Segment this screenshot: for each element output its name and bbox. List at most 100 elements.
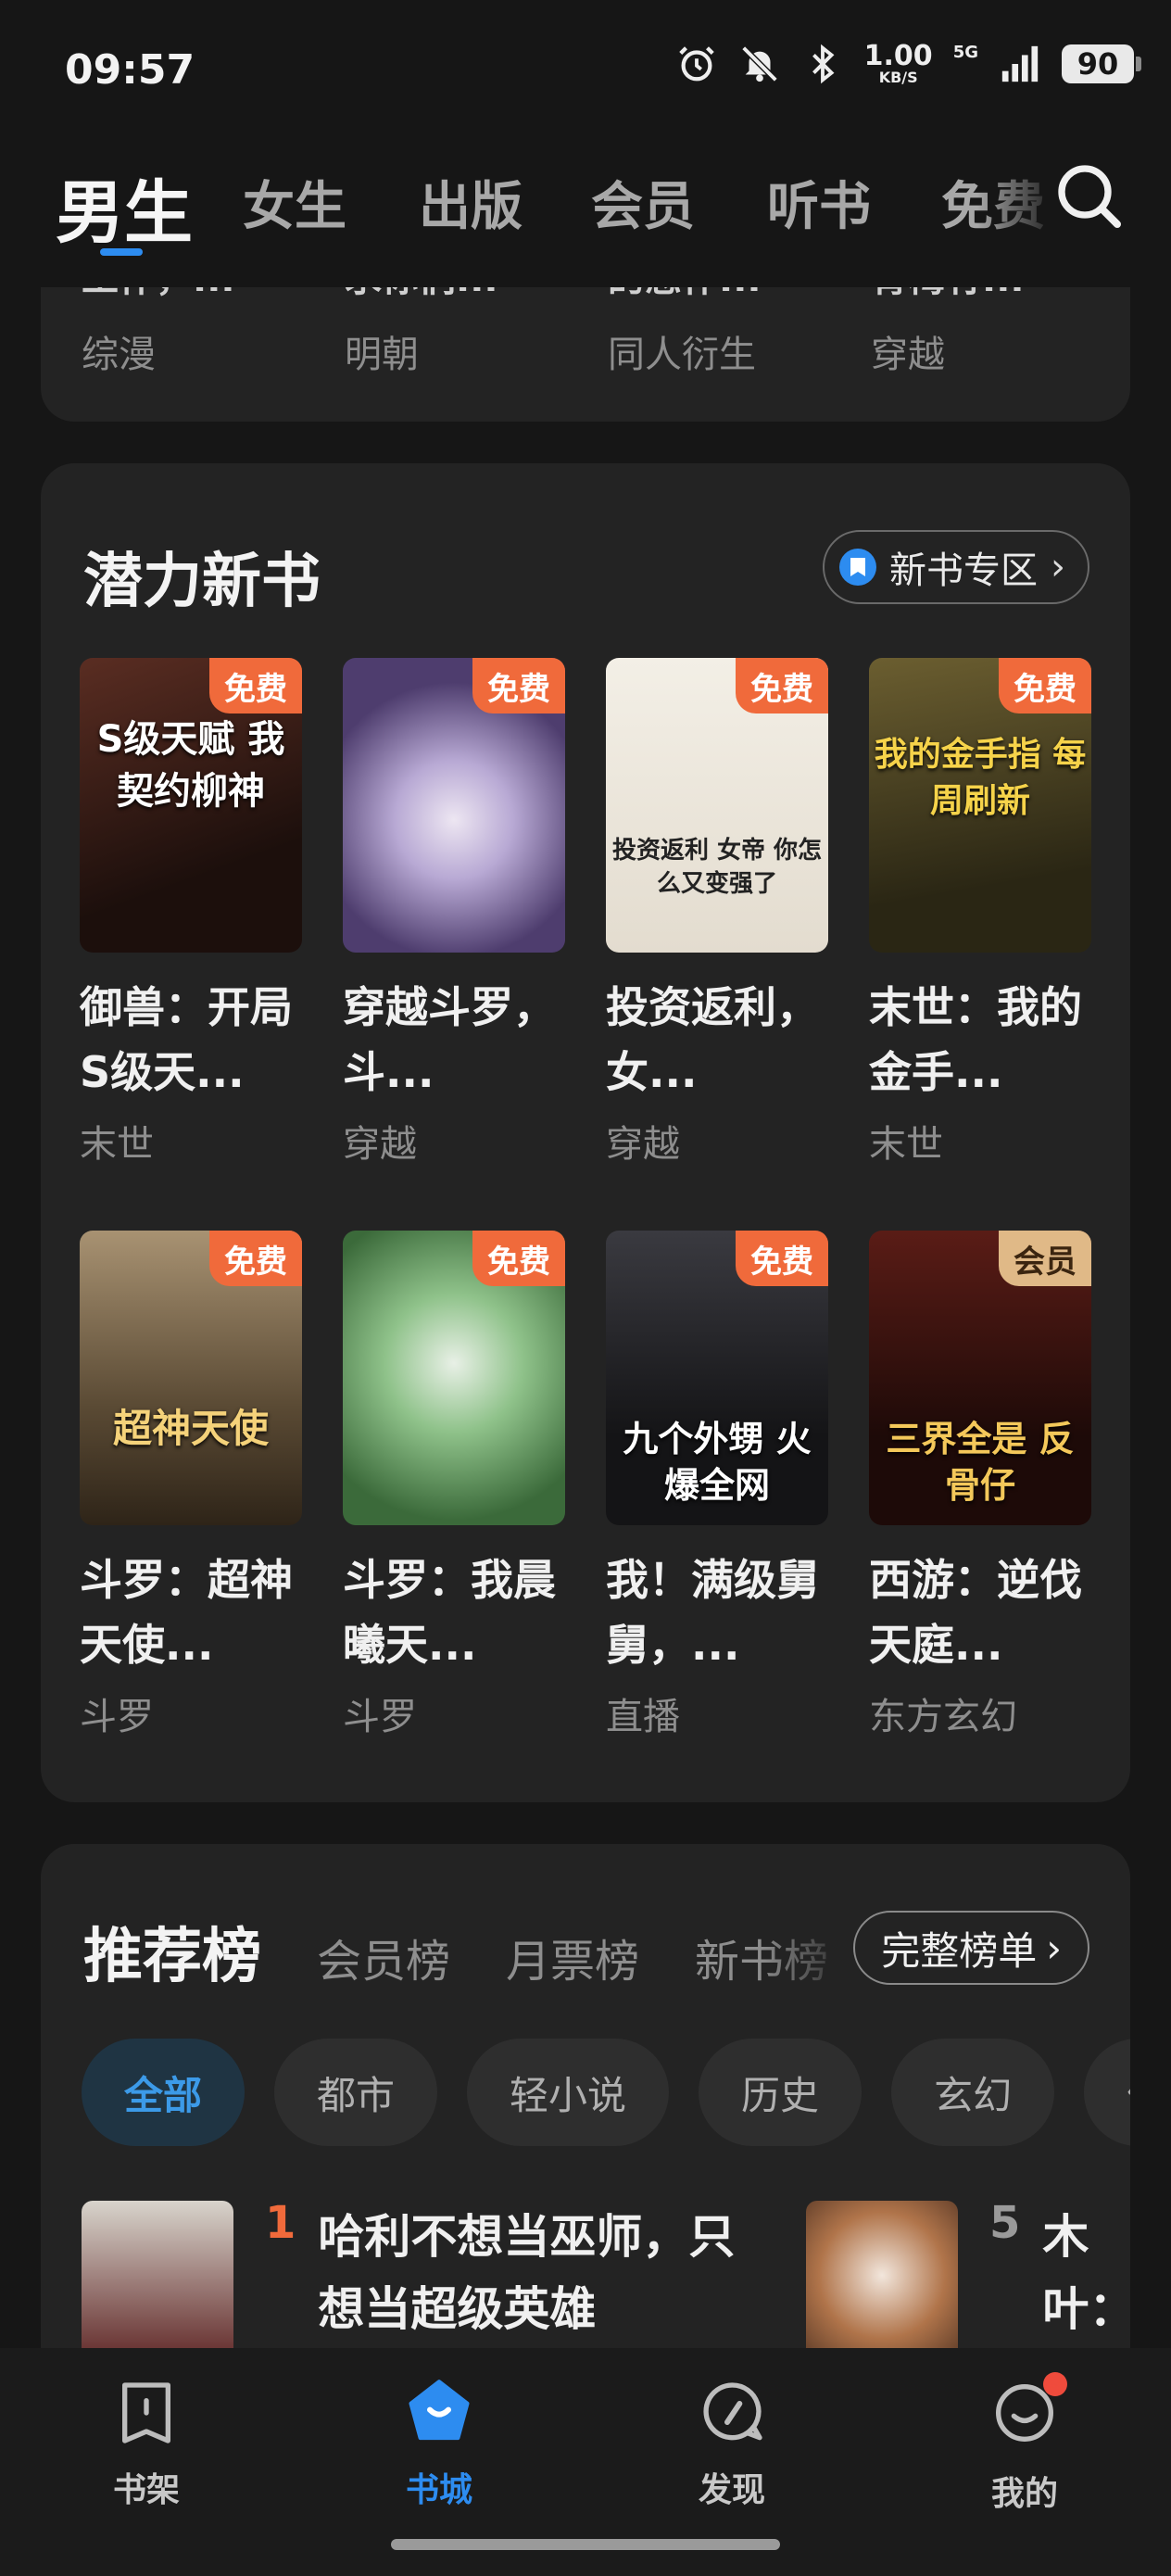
alarm-icon: [678, 46, 714, 82]
new-book-zone-label: 新书专区: [889, 549, 1038, 592]
book-cover[interactable]: 投资返利 女帝 你怎么又变强了 免费: [606, 658, 828, 953]
book-cover[interactable]: 九个外甥 火爆全网 免费: [606, 1231, 828, 1525]
tab-female[interactable]: 女生: [243, 165, 346, 240]
bookshelf-icon: [122, 2382, 170, 2443]
tab-male[interactable]: 男生: [56, 158, 193, 257]
book-category: 末世: [80, 1123, 154, 1166]
new-books-section: 潜力新书 新书专区 › S级天赋 我契约柳神 免费 御兽：开局S级天... 末世…: [41, 463, 1130, 1802]
chevron-right-icon: ›: [1051, 546, 1065, 588]
book-card[interactable]: 我的金手指 每周刷新 免费 末世：我的金手... 末世: [869, 658, 1091, 1168]
home-indicator[interactable]: [391, 2539, 780, 2550]
book-cover[interactable]: 免费: [343, 1231, 565, 1525]
full-ranking-label: 完整榜单: [881, 1927, 1038, 1974]
chevron-right-icon: ›: [1046, 1925, 1062, 1971]
tab-audiobook[interactable]: 听书: [767, 165, 871, 240]
book-card[interactable]: 免费 穿越斗罗，斗... 穿越: [343, 658, 565, 1168]
top-tab-bar: 男生 女生 出版 会员 听书 免费: [0, 139, 1171, 287]
chip-urban[interactable]: 都市: [274, 2039, 438, 2146]
cover-text: 三界全是 反骨仔: [886, 1419, 1075, 1506]
book-title[interactable]: 西游：逆伐天庭...: [869, 1547, 1091, 1677]
book-title[interactable]: 末世：我的金手...: [869, 975, 1091, 1105]
nav-bookstore[interactable]: 书城: [365, 2376, 513, 2511]
chip-all[interactable]: 全部: [82, 2039, 246, 2146]
notification-dot: [1043, 2372, 1067, 2396]
free-badge: 免费: [209, 1231, 302, 1286]
chip-fantasy[interactable]: 玄幻: [891, 2039, 1055, 2146]
network-speed: 1.00 KB/S: [864, 43, 933, 85]
mute-bell-icon: [741, 45, 778, 82]
book-category: 末世: [869, 1123, 943, 1166]
book-title[interactable]: 穿越斗罗，斗...: [343, 975, 565, 1105]
nav-label: 发现: [698, 2471, 765, 2509]
book-card[interactable]: 免费 斗罗：我晨曦天... 斗罗: [343, 1231, 565, 1740]
book-cover[interactable]: 我的金手指 每周刷新 免费: [869, 658, 1091, 953]
cover-text: 投资返利 女帝 你怎么又变强了: [611, 837, 823, 898]
profile-icon-wrap: [988, 2372, 1067, 2454]
ranking-tabs: 推荐榜 会员榜 月票榜 新书榜: [83, 1909, 828, 1994]
book-cover[interactable]: 三界全是 反骨仔 会员: [869, 1231, 1091, 1525]
chip-light-novel[interactable]: 轻小说: [467, 2039, 670, 2146]
ranking-tab-monthly[interactable]: 月票榜: [506, 1925, 639, 1989]
network-speed-unit: KB/S: [878, 69, 918, 86]
free-badge: 免费: [736, 1231, 828, 1286]
cover-text: S级天赋 我契约柳神: [96, 718, 285, 813]
cover-text: 九个外甥 火爆全网: [623, 1419, 812, 1506]
book-card[interactable]: 三界全是 反骨仔 会员 西游：逆伐天庭... 东方玄幻: [869, 1231, 1091, 1740]
nav-profile[interactable]: 我的: [951, 2372, 1099, 2515]
status-time: 09:57: [65, 46, 195, 94]
book-category: 明朝: [345, 334, 419, 376]
ranking-tab-recommended[interactable]: 推荐榜: [83, 1909, 261, 1994]
book-category: 综漫: [82, 334, 156, 376]
free-badge: 免费: [736, 658, 828, 713]
tab-active-indicator: [100, 248, 143, 256]
book-title[interactable]: 斗罗：超神天使...: [80, 1547, 302, 1677]
book-category: 斗罗: [80, 1696, 154, 1738]
book-cover[interactable]: 免费: [343, 658, 565, 953]
book-category: 同人衍生: [608, 334, 756, 376]
bluetooth-icon: [812, 44, 835, 84]
free-badge: 免费: [999, 658, 1091, 713]
compass-icon: [703, 2382, 762, 2441]
tab-vip[interactable]: 会员: [591, 165, 695, 240]
book-title[interactable]: 斗罗：我晨曦天...: [343, 1547, 565, 1677]
status-bar: 09:57 1.00 KB/S 5G 90: [0, 0, 1171, 139]
book-title[interactable]: 我！满级舅舅，...: [606, 1547, 828, 1677]
battery-indicator: 90: [1062, 44, 1141, 83]
book-cover[interactable]: S级天赋 我契约柳神 免费: [80, 658, 302, 953]
book-card[interactable]: 九个外甥 火爆全网 免费 我！满级舅舅，... 直播: [606, 1231, 828, 1740]
nav-discover[interactable]: 发现: [658, 2376, 806, 2511]
book-card[interactable]: S级天赋 我契约柳神 免费 御兽：开局S级天... 末世: [80, 658, 302, 1168]
status-icons: 1.00 KB/S 5G 90: [675, 43, 1141, 85]
ranking-tab-vip[interactable]: 会员榜: [317, 1925, 450, 1989]
nav-label: 书架: [112, 2471, 180, 2509]
book-category: 穿越: [343, 1123, 417, 1166]
category-chips: 全部 都市 轻小说 历史 玄幻 仙侠: [82, 2039, 1130, 2146]
book-category: 东方玄幻: [869, 1696, 1017, 1738]
chip-history[interactable]: 历史: [699, 2039, 863, 2146]
book-cover[interactable]: 超神天使 免费: [80, 1231, 302, 1525]
vip-badge: 会员: [999, 1231, 1091, 1286]
new-book-zone-button[interactable]: 新书专区 ›: [823, 530, 1089, 604]
nav-label: 书城: [405, 2471, 472, 2509]
section-title: 潜力新书: [83, 548, 321, 616]
cover-text: 超神天使: [112, 1406, 269, 1451]
book-card[interactable]: 超神天使 免费 斗罗：超神天使... 斗罗: [80, 1231, 302, 1740]
search-icon[interactable]: [1052, 159, 1127, 234]
tab-publishing[interactable]: 出版: [419, 165, 523, 240]
book-category: 穿越: [871, 334, 945, 376]
bookstore-icon: [409, 2380, 470, 2441]
cover-text: 我的金手指 每周刷新: [874, 736, 1087, 820]
bookmark-icon: [839, 549, 876, 586]
book-category: 穿越: [606, 1123, 680, 1166]
book-card[interactable]: 投资返利 女帝 你怎么又变强了 免费 投资返利，女... 穿越: [606, 658, 828, 1168]
free-badge: 免费: [472, 658, 565, 713]
nav-bookshelf[interactable]: 书架: [72, 2376, 220, 2511]
free-badge: 免费: [209, 658, 302, 713]
nav-label: 我的: [990, 2475, 1058, 2513]
ranking-tabs-fade: [760, 1900, 852, 1992]
full-ranking-button[interactable]: 完整榜单 ›: [853, 1911, 1089, 1985]
book-title[interactable]: 投资返利，女...: [606, 975, 828, 1105]
chip-xianxia[interactable]: 仙侠: [1084, 2039, 1130, 2146]
book-title[interactable]: 御兽：开局S级天...: [80, 975, 302, 1105]
network-speed-value: 1.00: [863, 40, 933, 72]
